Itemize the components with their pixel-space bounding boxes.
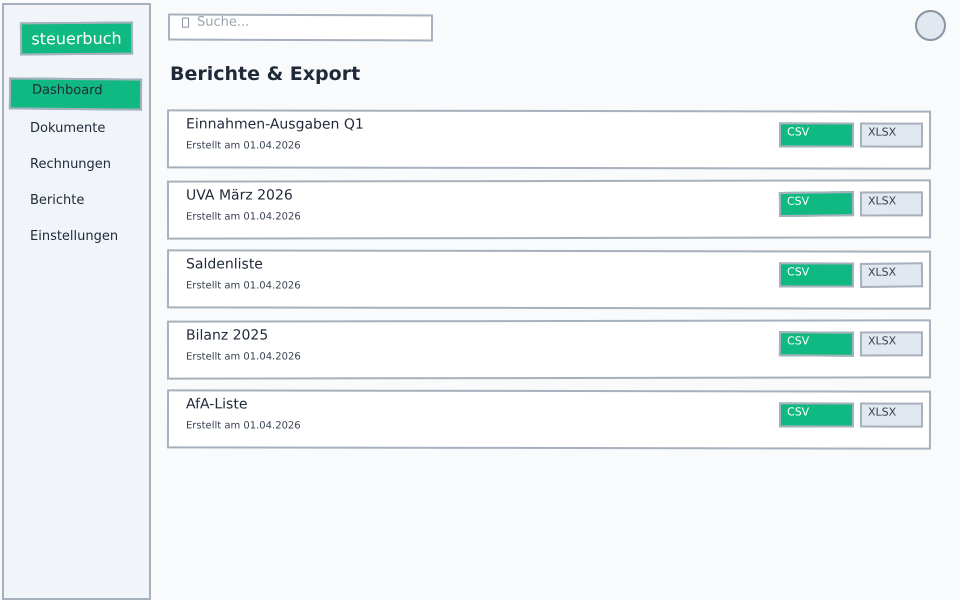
export-csv-button[interactable]: CSV <box>778 262 855 288</box>
app-window: steuerbuch Dashboard Dokumente Rechnunge… <box>0 0 960 600</box>
sidebar-item-berichte[interactable]: Berichte <box>4 186 149 218</box>
report-card: Saldenliste Erstellt am 01.04.2026 CSV X… <box>166 249 932 310</box>
sidebar: steuerbuch Dashboard Dokumente Rechnunge… <box>2 3 151 600</box>
sidebar-item-label: Dokumente <box>30 121 106 136</box>
report-card: Bilanz 2025 Erstellt am 01.04.2026 CSV X… <box>166 319 932 380</box>
report-created-date: Erstellt am 01.04.2026 <box>185 280 301 292</box>
export-xlsx-button[interactable]: XLSX <box>859 122 924 148</box>
report-name: Bilanz 2025 <box>185 327 269 344</box>
report-name: Saldenliste <box>186 256 263 273</box>
sidebar-nav: Dashboard Dokumente Rechnungen Berichte … <box>4 77 149 258</box>
sidebar-item-label: Berichte <box>30 193 85 208</box>
search-icon <box>182 17 190 28</box>
user-avatar[interactable] <box>915 10 946 41</box>
report-created-date: Erstellt am 01.04.2026 <box>186 211 301 223</box>
export-csv-button[interactable]: CSV <box>778 402 855 428</box>
report-created-date: Erstellt am 01.04.2026 <box>185 140 301 152</box>
report-list: Einnahmen-Ausgaben Q1 Erstellt am 01.04.… <box>166 109 932 460</box>
export-xlsx-button[interactable]: XLSX <box>859 331 924 357</box>
report-created-date: Erstellt am 01.04.2026 <box>185 420 301 432</box>
sidebar-item-label: Rechnungen <box>30 157 112 172</box>
brand-logo[interactable]: steuerbuch <box>19 21 134 56</box>
sidebar-item-dashboard[interactable]: Dashboard <box>8 77 143 111</box>
sidebar-item-label: Einstellungen <box>30 229 119 244</box>
sidebar-item-einstellungen[interactable]: Einstellungen <box>4 222 149 254</box>
report-name: UVA März 2026 <box>185 187 293 204</box>
export-xlsx-button[interactable]: XLSX <box>859 262 924 288</box>
report-created-date: Erstellt am 01.04.2026 <box>186 351 301 363</box>
report-card: AfA-Liste Erstellt am 01.04.2026 CSV XLS… <box>166 389 932 450</box>
export-xlsx-button[interactable]: XLSX <box>859 191 924 217</box>
report-card: UVA März 2026 Erstellt am 01.04.2026 CSV… <box>166 179 932 240</box>
sidebar-item-dokumente[interactable]: Dokumente <box>4 114 149 146</box>
report-card: Einnahmen-Ausgaben Q1 Erstellt am 01.04.… <box>166 109 932 170</box>
page-title: Berichte & Export <box>170 63 361 85</box>
export-csv-button[interactable]: CSV <box>778 122 855 148</box>
sidebar-item-label: Dashboard <box>31 82 103 99</box>
search-input[interactable] <box>196 14 398 31</box>
report-name: AfA-Liste <box>186 396 248 413</box>
search-bar[interactable] <box>167 13 434 42</box>
sidebar-item-rechnungen[interactable]: Rechnungen <box>4 150 149 182</box>
report-name: Einnahmen-Ausgaben Q1 <box>186 116 364 133</box>
export-csv-button[interactable]: CSV <box>778 331 855 357</box>
export-xlsx-button[interactable]: XLSX <box>859 402 924 428</box>
export-csv-button[interactable]: CSV <box>778 191 855 217</box>
